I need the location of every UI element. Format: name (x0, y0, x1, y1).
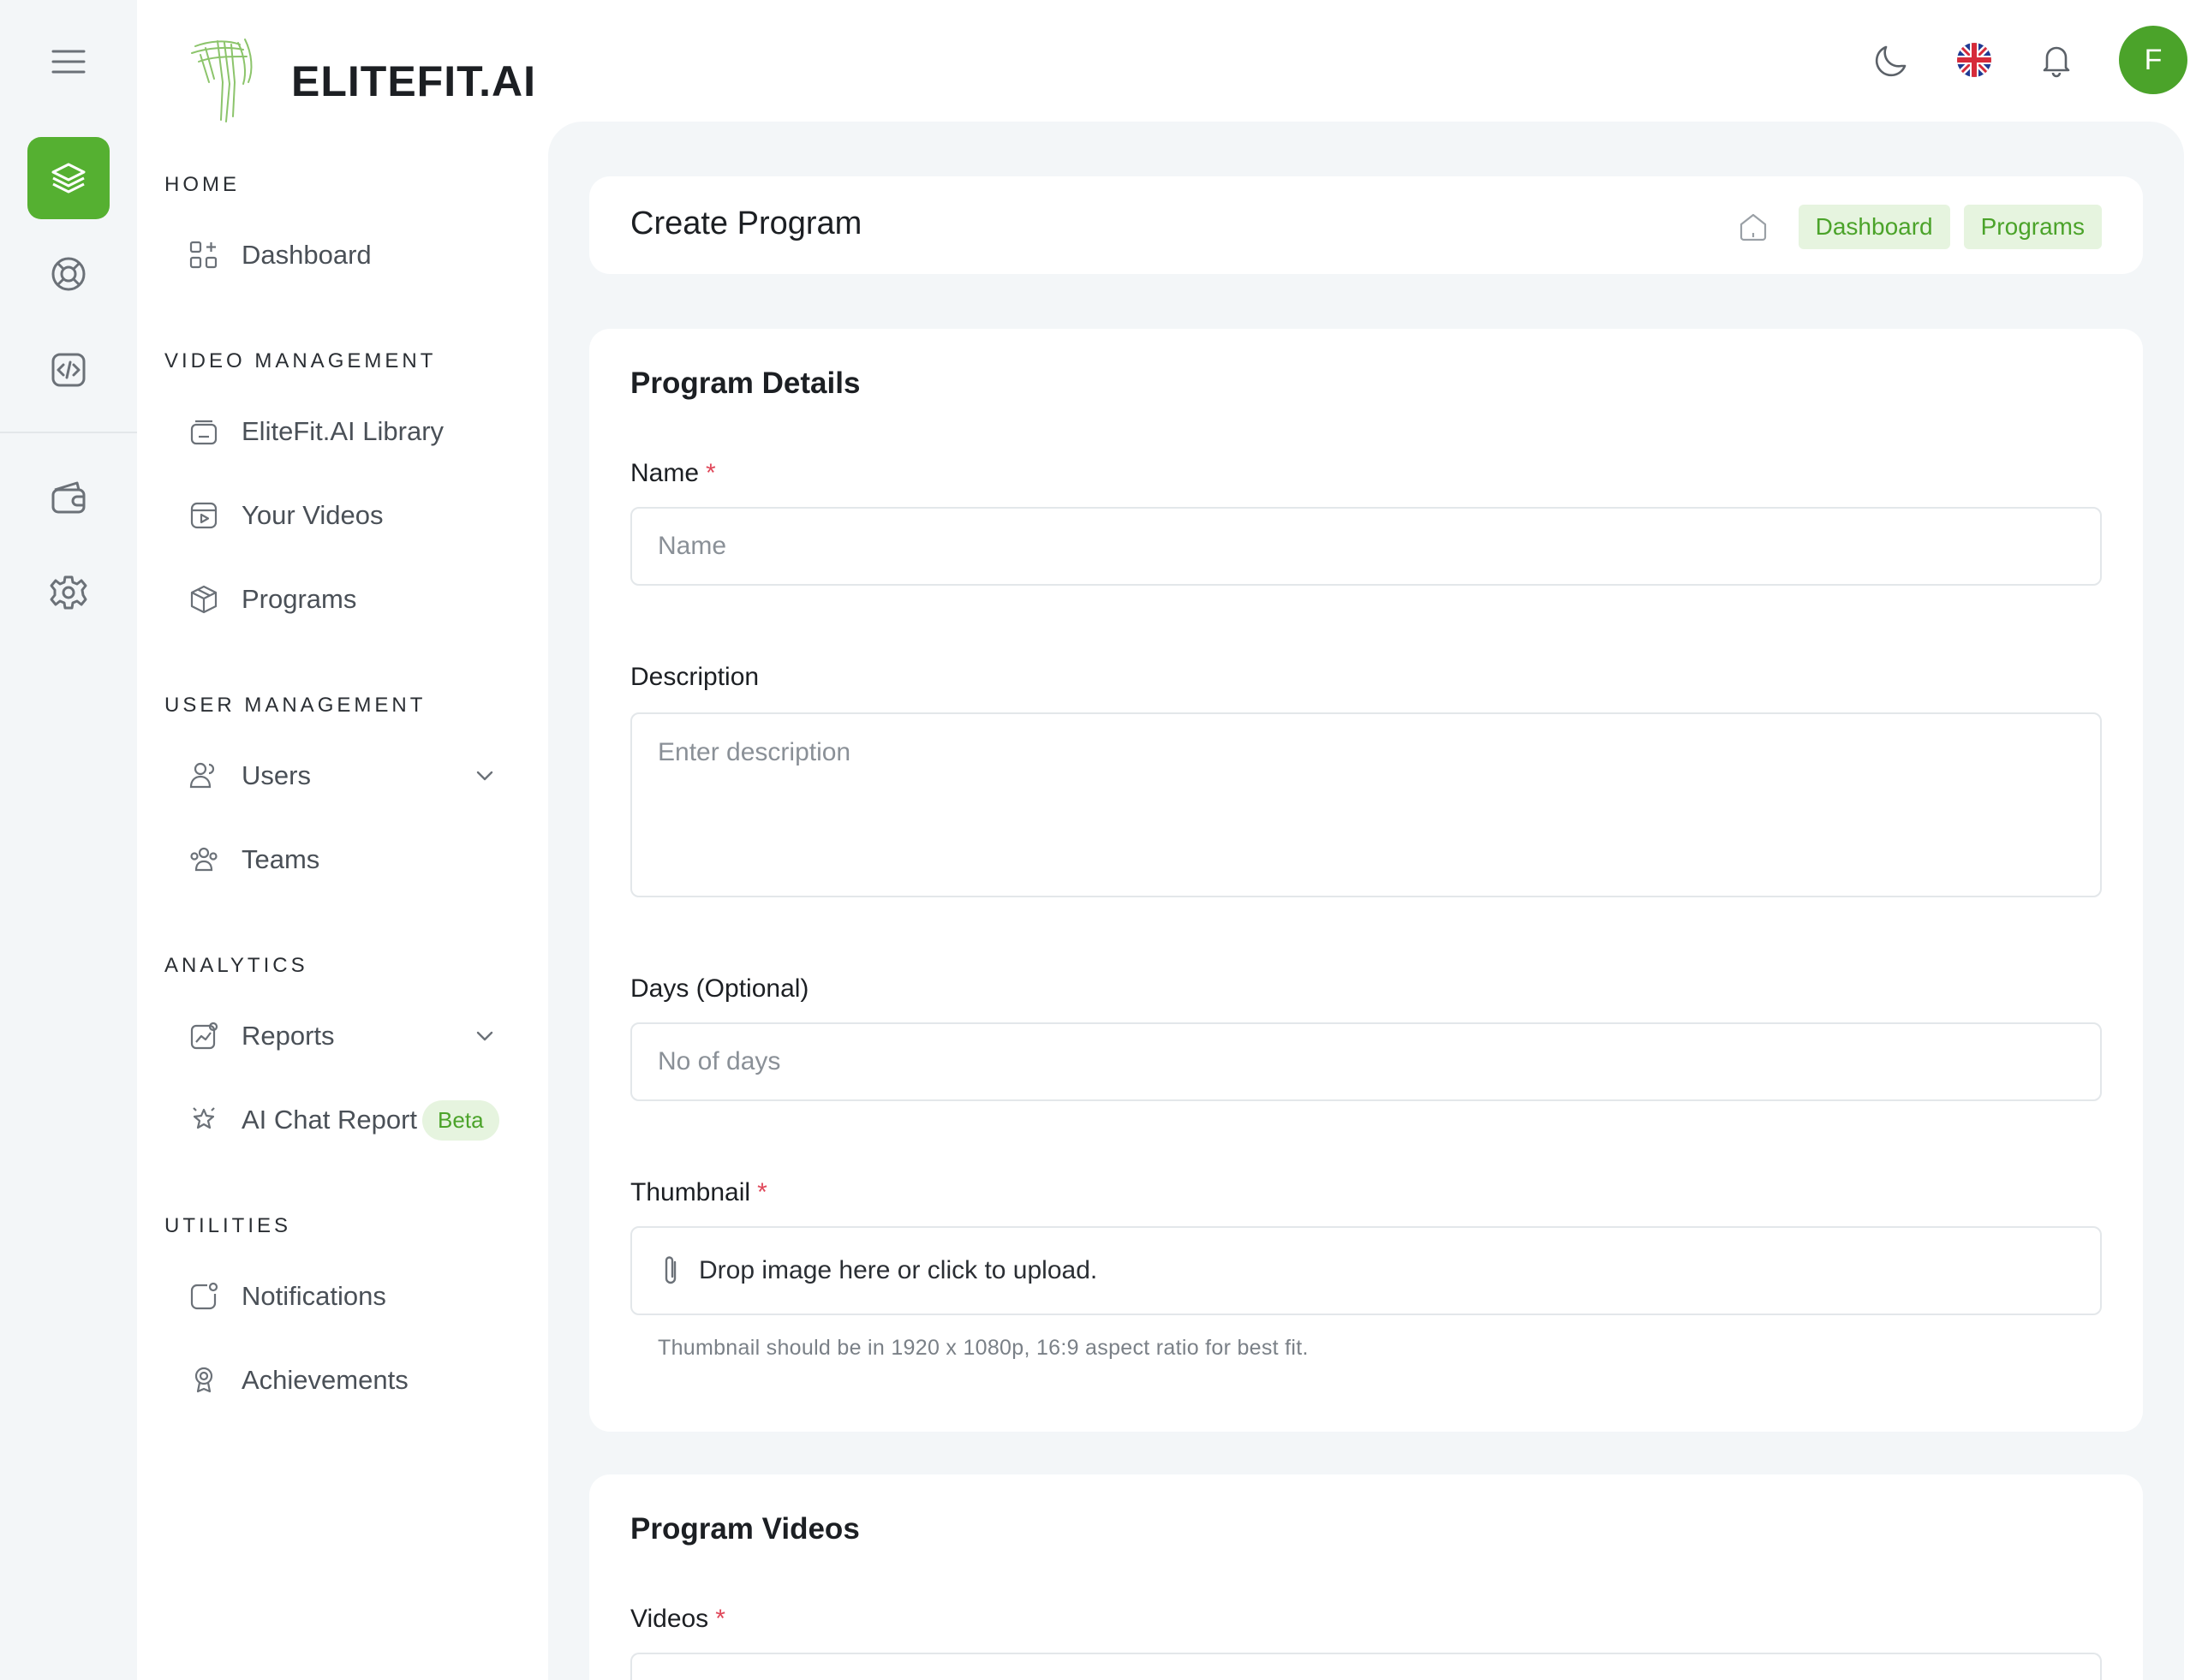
name-label: Name * (630, 459, 716, 488)
chart-icon (190, 1022, 218, 1050)
sidebar-item-achievements[interactable]: Achievements (188, 1353, 531, 1408)
rail-settings-button[interactable] (27, 551, 110, 634)
sidebar-item-teams[interactable]: Teams (188, 832, 531, 887)
trophy-icon (194, 1367, 213, 1393)
sidebar-item-label: Users (242, 760, 311, 790)
sidebar-item-label: Notifications (242, 1281, 386, 1311)
description-placeholder: Enter description (658, 738, 851, 766)
sidebar-item-label: Programs (242, 584, 357, 614)
breadcrumb: Dashboard Programs (1737, 205, 2102, 249)
support-ring-icon (51, 257, 86, 291)
thumbnail-hint: Thumbnail should be in 1920 x 1080p, 16:… (658, 1336, 1309, 1360)
section-title-utilities: UTILITIES (164, 1214, 292, 1237)
rail-wallet-button[interactable] (27, 456, 110, 538)
users-icon (189, 762, 215, 789)
beta-badge: Beta (422, 1099, 499, 1141)
days-input[interactable]: No of days (630, 1022, 2102, 1101)
description-label: Description (630, 663, 760, 691)
section-title-home: HOME (164, 173, 240, 196)
brand[interactable]: ELITEFIT.AI (183, 31, 536, 127)
code-icon (51, 353, 86, 387)
days-placeholder: No of days (658, 1047, 781, 1075)
teams-icon (190, 847, 218, 872)
sidebar-item-label: AI Chat Report (242, 1105, 418, 1135)
thumbnail-dropzone[interactable]: Drop image here or click to upload. (630, 1226, 2102, 1315)
home-icon[interactable] (1737, 211, 1769, 243)
uk-flag-icon[interactable] (1954, 40, 1994, 80)
section-title-user-management: USER MANAGEMENT (164, 694, 427, 717)
name-placeholder: Name (658, 532, 727, 560)
hamburger-menu-icon[interactable] (48, 46, 89, 77)
wallet-icon (51, 481, 86, 514)
moon-icon[interactable] (1872, 40, 1912, 80)
layers-icon (51, 163, 86, 194)
chevron-down-icon[interactable] (473, 1024, 497, 1048)
section-title-video-management: VIDEO MANAGEMENT (164, 349, 437, 372)
sidebar: ELITEFIT.AI HOME Dashboard VIDEO MANAGEM… (137, 0, 548, 1680)
required-mark: * (757, 1178, 767, 1206)
description-textarea[interactable]: Enter description (630, 712, 2102, 897)
brand-name: ELITEFIT.AI (291, 57, 536, 105)
sidebar-item-ai-chat-report[interactable]: AI Chat Report Beta (188, 1093, 531, 1147)
rail-support-button[interactable] (27, 233, 110, 315)
main-content: Create Program Dashboard Programs Progra… (548, 122, 2184, 1680)
section-title-analytics: ANALYTICS (164, 954, 308, 977)
sidebar-item-label: Dashboard (242, 240, 372, 270)
breadcrumb-programs[interactable]: Programs (1963, 205, 2102, 249)
thumbnail-label: Thumbnail * (630, 1178, 767, 1207)
ai-chat-icon (193, 1107, 215, 1129)
program-videos-card: Program Videos Videos * (589, 1474, 2143, 1680)
thumbnail-label-text: Thumbnail (630, 1178, 751, 1206)
sidebar-item-users[interactable]: Users (188, 748, 531, 803)
notification-icon (190, 1282, 218, 1310)
section-heading: Program Videos (630, 1512, 860, 1546)
page-header-card: Create Program Dashboard Programs (589, 176, 2143, 274)
sidebar-item-programs[interactable]: Programs (188, 572, 531, 627)
rail-layers-button[interactable] (27, 137, 110, 219)
bell-icon[interactable] (2037, 40, 2076, 80)
name-input[interactable]: Name (630, 507, 2102, 586)
breadcrumb-dashboard[interactable]: Dashboard (1798, 205, 1950, 249)
avatar[interactable]: F (2119, 26, 2187, 94)
videos-select[interactable] (630, 1653, 2102, 1680)
rail-divider (0, 432, 137, 433)
sidebar-item-label: Your Videos (242, 500, 384, 530)
sidebar-item-label: Teams (242, 844, 320, 874)
section-heading: Program Details (630, 366, 861, 400)
sidebar-item-library[interactable]: EliteFit.AI Library (188, 404, 531, 459)
rail-code-button[interactable] (27, 329, 110, 411)
brand-logo (191, 39, 253, 122)
sidebar-item-label: Reports (242, 1021, 335, 1051)
video-icon (190, 502, 218, 529)
page-title: Create Program (630, 206, 862, 241)
library-icon (190, 420, 218, 445)
gear-icon (50, 575, 87, 610)
sidebar-item-reports[interactable]: Reports (188, 1009, 531, 1063)
videos-label: Videos * (630, 1605, 725, 1634)
sidebar-item-your-videos[interactable]: Your Videos (188, 488, 531, 543)
upload-text: Drop image here or click to upload. (699, 1256, 1098, 1284)
box-icon (190, 585, 218, 614)
required-mark: * (706, 459, 716, 487)
icon-rail (0, 0, 137, 1680)
sidebar-item-label: EliteFit.AI Library (242, 416, 445, 446)
videos-label-text: Videos (630, 1605, 709, 1633)
sidebar-item-dashboard[interactable]: Dashboard (188, 228, 531, 283)
grid-plus-icon (189, 241, 218, 269)
paperclip-icon (665, 1256, 677, 1284)
sidebar-item-notifications[interactable]: Notifications (188, 1269, 531, 1324)
program-details-card: Program Details Name * Name Description E… (589, 329, 2143, 1432)
chevron-down-icon[interactable] (473, 764, 497, 788)
sidebar-item-label: Achievements (242, 1365, 409, 1395)
required-mark: * (715, 1605, 725, 1633)
topbar-actions: F (1872, 26, 2187, 94)
days-label: Days (Optional) (630, 974, 809, 1003)
name-label-text: Name (630, 459, 700, 487)
